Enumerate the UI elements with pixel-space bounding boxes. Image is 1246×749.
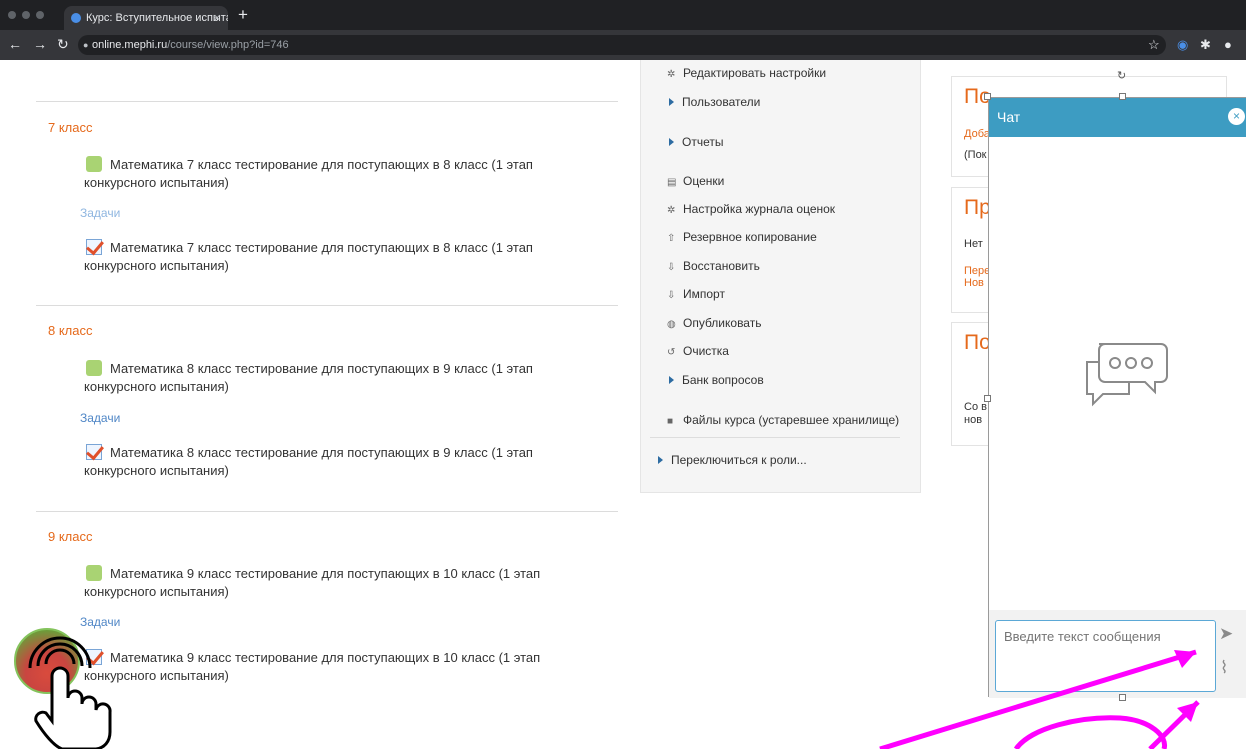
annotation-overlay <box>879 649 1200 749</box>
screen: Курс: Вступительное испыта × + ← → ↻ ● o… <box>0 0 1246 749</box>
